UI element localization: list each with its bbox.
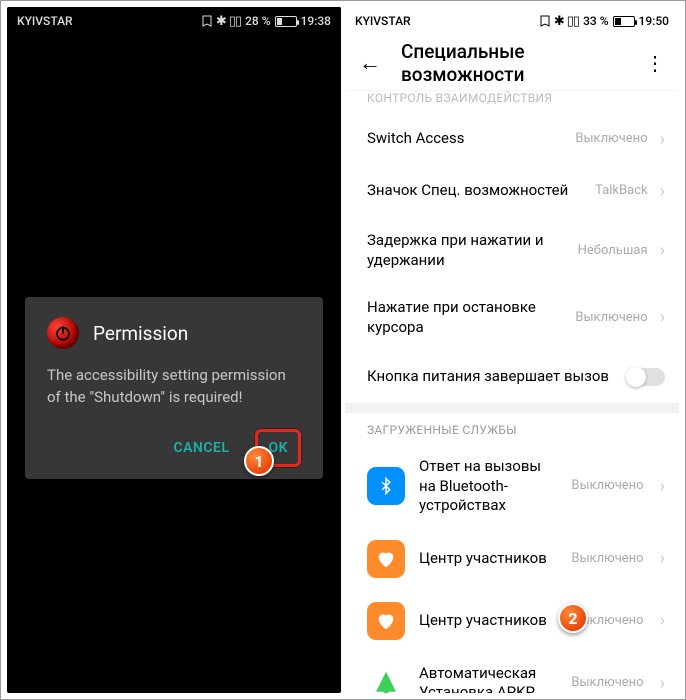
service-title: Центр участников	[419, 611, 557, 631]
status-bar-left: KYIVSTAR ✱ ▯▯ 28 % 19:38	[7, 7, 341, 35]
row-switch-access[interactable]: Switch Access Выключено ›	[345, 113, 679, 165]
row-value: Выключено	[575, 310, 647, 326]
clock: 19:50	[639, 14, 669, 28]
service-title: Ответ на вызовы на Bluetooth-устройствах	[419, 457, 557, 516]
heart-icon	[367, 540, 405, 578]
row-title: Значок Спец. возможностей	[367, 181, 585, 201]
badge-2: 2	[558, 603, 588, 633]
service-title: Центр участников	[419, 549, 557, 569]
heart-icon	[367, 602, 405, 640]
bluetooth-icon	[367, 467, 405, 505]
page-title: Специальные возможности	[401, 40, 625, 86]
battery-icon	[275, 16, 297, 27]
row-power-end-call[interactable]: Кнопка питания завершает вызов	[345, 351, 679, 403]
back-button[interactable]: ←	[359, 50, 381, 76]
settings-list[interactable]: КОНТРОЛЬ ВЗАИМОДЕЙСТВИЯ Switch Access Вы…	[345, 91, 679, 693]
section-header: КОНТРОЛЬ ВЗАИМОДЕЙСТВИЯ	[345, 91, 679, 113]
battery-text: 28 %	[245, 14, 270, 28]
service-bluetooth[interactable]: Ответ на вызовы на Bluetooth-устройствах…	[345, 445, 679, 528]
battery-text: 33 %	[583, 14, 608, 28]
row-title: Switch Access	[367, 129, 565, 149]
carrier-label: KYIVSTAR	[17, 14, 73, 28]
phone-right: KYIVSTAR ✱ ▯▯ 33 % 19:50 ← Специальные в…	[345, 7, 679, 693]
service-apk[interactable]: Автоматическая Установка APKP Выключено …	[345, 652, 679, 694]
row-tap-delay[interactable]: Задержка при нажатии и удержании Небольш…	[345, 217, 679, 284]
chevron-icon: ›	[660, 240, 665, 261]
section-header: ЗАГРУЖЕННЫЕ СЛУЖБЫ	[345, 413, 679, 445]
header-bar: ← Специальные возможности ⋮	[345, 35, 679, 91]
row-value: Небольшая	[578, 243, 648, 259]
clock: 19:38	[301, 14, 331, 28]
row-value: Выключено	[575, 131, 647, 147]
row-a11y-icon[interactable]: Значок Спец. возможностей TalkBack ›	[345, 165, 679, 217]
chevron-icon: ›	[660, 129, 665, 150]
row-value: TalkBack	[595, 183, 647, 199]
status-icons: ✱ ▯▯	[539, 14, 579, 29]
badge-1: 1	[244, 446, 274, 476]
cancel-button[interactable]: CANCEL	[163, 432, 239, 464]
service-title: Автоматическая Установка APKP	[419, 664, 557, 694]
status-bar-right: KYIVSTAR ✱ ▯▯ 33 % 19:50	[345, 7, 679, 35]
row-title: Кнопка питания завершает вызов	[367, 367, 617, 387]
row-title: Нажатие при остановке курсора	[367, 298, 565, 337]
phone-left: KYIVSTAR ✱ ▯▯ 28 % 19:38 Permission The …	[7, 7, 341, 693]
toggle-off[interactable]	[627, 368, 665, 386]
power-icon	[47, 317, 79, 349]
chevron-icon: ›	[660, 307, 665, 328]
row-cursor-stop[interactable]: Нажатие при остановке курсора Выключено …	[345, 284, 679, 351]
carrier-label: KYIVSTAR	[355, 14, 411, 28]
divider	[345, 403, 679, 413]
row-title: Задержка при нажатии и удержании	[367, 231, 568, 270]
chevron-icon: ›	[660, 673, 665, 694]
service-value: Выключено	[571, 551, 643, 567]
chevron-icon: ›	[660, 476, 665, 497]
dialog-title: Permission	[93, 322, 188, 345]
permission-dialog: Permission The accessibility setting per…	[25, 297, 323, 479]
battery-icon	[613, 16, 635, 27]
service-center-2[interactable]: Центр участников Выключено ›	[345, 590, 679, 652]
more-button[interactable]: ⋮	[645, 51, 665, 75]
chevron-icon: ›	[660, 548, 665, 569]
status-icons: ✱ ▯▯	[201, 14, 241, 29]
chevron-icon: ›	[660, 610, 665, 631]
apk-icon	[367, 664, 405, 693]
service-value: Выключено	[571, 675, 643, 691]
service-center-1[interactable]: Центр участников Выключено ›	[345, 528, 679, 590]
dialog-body: The accessibility setting permission of …	[47, 365, 301, 409]
chevron-icon: ›	[660, 181, 665, 202]
service-value: Выключено	[571, 478, 643, 494]
